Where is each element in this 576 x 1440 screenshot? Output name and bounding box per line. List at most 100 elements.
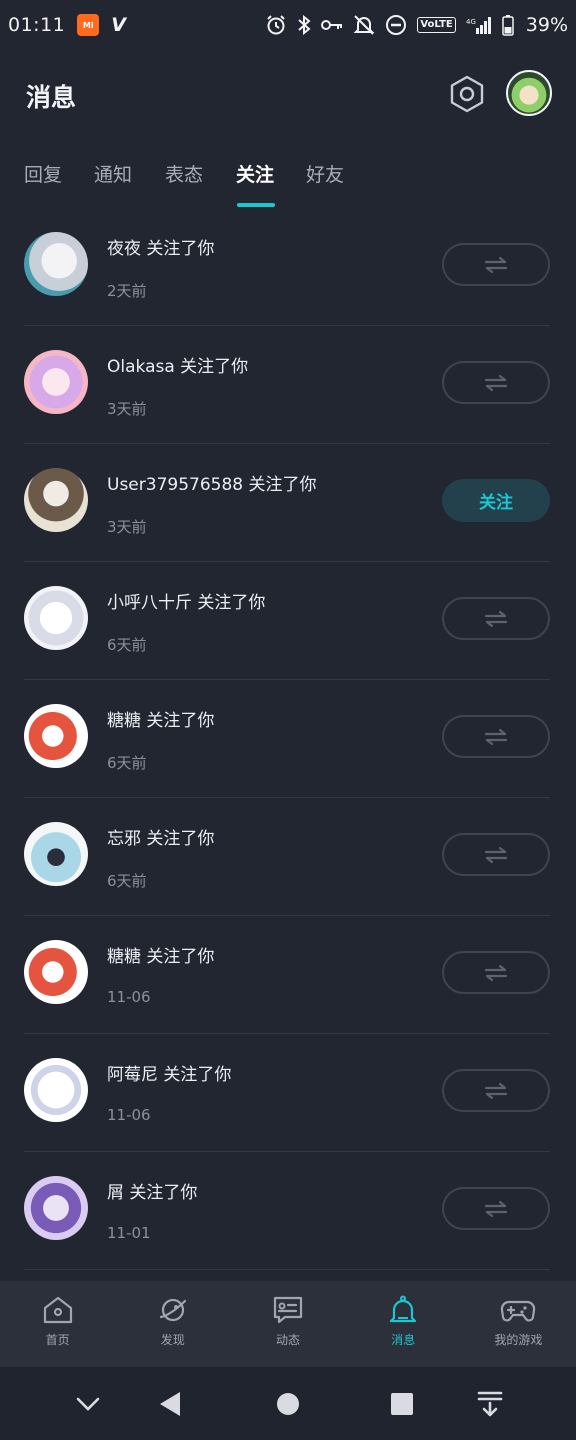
message-tabs: 回复 通知 表态 关注 好友: [0, 148, 576, 208]
nav-label: 消息: [391, 1333, 416, 1347]
nav-label: 首页: [45, 1333, 70, 1347]
bell-icon: [390, 1295, 417, 1323]
signal-icon: 4G: [466, 17, 491, 34]
swap-arrows-icon: [484, 610, 508, 627]
tab-reaction[interactable]: 表态: [165, 160, 203, 187]
mutual-follow-button[interactable]: [442, 361, 550, 404]
back-triangle-icon: [160, 1391, 180, 1416]
timestamp: 11-06: [107, 988, 151, 1006]
tab-reply[interactable]: 回复: [24, 160, 62, 187]
page-header: 消息: [0, 62, 576, 128]
avatar[interactable]: [24, 1176, 88, 1240]
home-circle-icon: [277, 1392, 299, 1415]
follow-message: 阿莓尼 关注了你: [107, 1065, 232, 1085]
swap-arrows-icon: [484, 1082, 508, 1099]
tab-friends[interactable]: 好友: [306, 160, 344, 187]
home-icon: [43, 1296, 72, 1324]
page-title: 消息: [26, 83, 77, 112]
nav-home[interactable]: 首页: [0, 1281, 115, 1367]
list-item[interactable]: 忘邪 关注了你 6天前: [0, 798, 576, 916]
follow-message: 忘邪 关注了你: [107, 829, 215, 849]
avatar[interactable]: [24, 1058, 88, 1122]
notification-pull-button[interactable]: [460, 1367, 520, 1440]
mutual-follow-button[interactable]: [442, 833, 550, 876]
battery-percent: 39%: [525, 14, 568, 36]
recents-square-icon: [391, 1392, 413, 1415]
planet-icon: [159, 1298, 186, 1322]
active-tab-indicator: [237, 203, 275, 207]
mutual-follow-button[interactable]: [442, 1187, 550, 1230]
timestamp: 3天前: [107, 400, 147, 418]
mutual-follow-button[interactable]: [442, 1069, 550, 1112]
swap-arrows-icon: [484, 256, 508, 273]
swap-arrows-icon: [484, 964, 508, 981]
follow-message: 糖糖 关注了你: [107, 947, 215, 967]
swap-arrows-icon: [484, 846, 508, 863]
mute-bell-icon: [353, 15, 375, 35]
follow-message: 屑 关注了你: [107, 1183, 198, 1203]
swap-arrows-icon: [484, 1200, 508, 1217]
nav-feed[interactable]: 动态: [230, 1281, 345, 1367]
swap-arrows-icon: [484, 374, 508, 391]
nav-discover[interactable]: 发现: [115, 1281, 230, 1367]
back-button[interactable]: [140, 1367, 200, 1440]
tab-notice[interactable]: 通知: [94, 160, 132, 187]
list-item[interactable]: 阿莓尼 关注了你 11-06: [0, 1034, 576, 1152]
chevron-down-icon: [76, 1397, 100, 1411]
recents-button[interactable]: [372, 1367, 432, 1440]
follow-message: 小呼八十斤 关注了你: [107, 593, 266, 613]
avatar[interactable]: [24, 822, 88, 886]
mutual-follow-button[interactable]: [442, 597, 550, 640]
tab-follow[interactable]: 关注: [236, 160, 274, 187]
system-nav-bar: [0, 1367, 576, 1440]
mutual-follow-button[interactable]: [442, 243, 550, 286]
follow-message: 糖糖 关注了你: [107, 711, 215, 731]
collapse-button[interactable]: [58, 1367, 118, 1440]
bottom-nav: 首页 发现 动态 消息 我的游戏: [0, 1281, 576, 1367]
nav-label: 我的游戏: [494, 1333, 543, 1347]
timestamp: 6天前: [107, 872, 147, 890]
avatar[interactable]: [24, 350, 88, 414]
avatar[interactable]: [24, 586, 88, 650]
nav-my-games[interactable]: 我的游戏: [461, 1281, 576, 1367]
list-item[interactable]: User379576588 关注了你 3天前 关注: [0, 444, 576, 562]
swap-arrows-icon: [484, 728, 508, 745]
list-item[interactable]: 夜夜 关注了你 2天前: [0, 208, 576, 326]
follow-message: Olakasa 关注了你: [107, 357, 249, 377]
status-icons: VoLTE 4G 39%: [265, 14, 568, 36]
follow-back-button[interactable]: 关注: [442, 479, 550, 522]
list-item[interactable]: 糖糖 关注了你 6天前: [0, 680, 576, 798]
mutual-follow-button[interactable]: [442, 715, 550, 758]
list-item[interactable]: Olakasa 关注了你 3天前: [0, 326, 576, 444]
mi-app-icon: Mi: [77, 14, 100, 36]
pull-down-icon: [477, 1391, 503, 1416]
key-icon: [321, 20, 343, 30]
avatar[interactable]: [24, 940, 88, 1004]
follow-notification-list: 夜夜 关注了你 2天前 Olakasa 关注了你 3天前 User3795765…: [0, 208, 576, 1270]
timestamp: 3天前: [107, 518, 147, 536]
user-avatar[interactable]: [506, 70, 552, 116]
list-item[interactable]: 小呼八十斤 关注了你 6天前: [0, 562, 576, 680]
nav-messages[interactable]: 消息: [346, 1281, 461, 1367]
follow-message: 夜夜 关注了你: [107, 239, 215, 259]
nav-label: 动态: [276, 1333, 301, 1347]
feed-icon: [273, 1296, 303, 1324]
status-bar: 01:11 Mi V VoLTE 4G 39%: [0, 0, 576, 50]
settings-button[interactable]: [445, 72, 489, 116]
timestamp: 2天前: [107, 282, 147, 300]
timestamp: 11-06: [107, 1106, 151, 1124]
mutual-follow-button[interactable]: [442, 951, 550, 994]
timestamp: 6天前: [107, 636, 147, 654]
gamepad-icon: [501, 1300, 536, 1322]
avatar[interactable]: [24, 468, 88, 532]
nav-label: 发现: [160, 1333, 185, 1347]
list-item[interactable]: 糖糖 关注了你 11-06: [0, 916, 576, 1034]
divider: [24, 1269, 550, 1270]
dnd-icon: [386, 15, 407, 35]
list-item[interactable]: 屑 关注了你 11-01: [0, 1152, 576, 1270]
avatar[interactable]: [24, 232, 88, 296]
svg-text:4G: 4G: [466, 18, 476, 26]
avatar[interactable]: [24, 704, 88, 768]
home-button[interactable]: [258, 1367, 318, 1440]
follow-message: User379576588 关注了你: [107, 475, 317, 495]
